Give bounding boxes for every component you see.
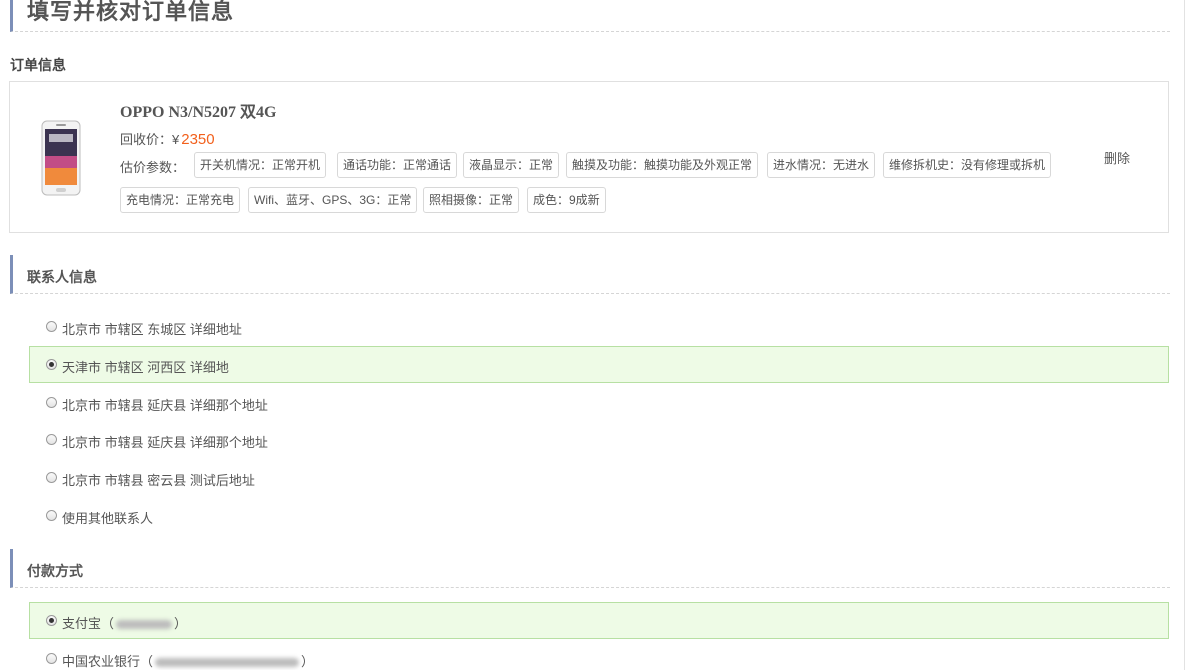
- contact-section-title: 联系人信息: [10, 255, 1170, 294]
- param-tag: 成色：9成新: [527, 187, 606, 213]
- radio-button[interactable]: [46, 472, 57, 483]
- param-tag: 进水情况：无进水: [767, 152, 876, 178]
- paren-open: （: [140, 654, 154, 669]
- price-value: 2350: [181, 131, 215, 148]
- paren-close: ）: [301, 654, 315, 669]
- contact-option-selected[interactable]: 天津市 市辖区 河西区 详细地: [29, 346, 1169, 383]
- param-tag: 开关机情况：正常开机: [194, 152, 327, 178]
- page-title: 填写并核对订单信息: [27, 0, 235, 24]
- param-tag: 通话功能：正常通话: [337, 152, 458, 178]
- contact-option[interactable]: 北京市 市辖区 东城区 详细地址: [29, 308, 1169, 345]
- contact-option-label: 天津市 市辖区 河西区 详细地: [62, 360, 229, 375]
- payment-method-name: 中国农业银行: [62, 654, 141, 669]
- payment-section-title: 付款方式: [10, 549, 1170, 588]
- payment-method-name: 支付宝: [62, 616, 102, 631]
- order-item-card: OPPO N3/N5207 双4G 回收价：¥ 2350 估价参数： 开关机情况：…: [9, 81, 1169, 233]
- radio-button[interactable]: [46, 653, 57, 664]
- product-name: OPPO N3/N5207 双4G: [120, 104, 277, 121]
- contact-option-label: 使用其他联系人: [62, 511, 154, 526]
- payment-option-label: 支付宝（ ）: [62, 613, 187, 632]
- masked-account: [116, 620, 173, 630]
- contact-option[interactable]: 北京市 市辖县 密云县 测试后地址: [29, 459, 1169, 496]
- contact-option[interactable]: 北京市 市辖县 延庆县 详细那个地址: [29, 384, 1169, 421]
- contact-option-label: 北京市 市辖县 密云县 测试后地址: [62, 473, 255, 488]
- contact-option-other[interactable]: 使用其他联系人: [29, 497, 1169, 534]
- radio-button[interactable]: [46, 321, 57, 332]
- paren-open: （: [101, 616, 115, 631]
- params-label: 估价参数：: [120, 160, 186, 175]
- radio-button-checked[interactable]: [46, 615, 57, 626]
- radio-button[interactable]: [46, 434, 57, 445]
- param-tag: 照相摄像：正常: [423, 187, 520, 213]
- param-tag: 液晶显示：正常: [463, 152, 560, 178]
- price-line: 回收价：¥ 2350: [120, 129, 215, 148]
- contact-section-label: 联系人信息: [27, 269, 97, 285]
- payment-option[interactable]: 中国农业银行（ ）: [29, 640, 1169, 670]
- price-label: 回收价：¥: [120, 132, 180, 147]
- param-tag: 维修拆机史：没有修理或拆机: [883, 152, 1052, 178]
- paren-close: ）: [174, 616, 188, 631]
- contact-option[interactable]: 北京市 市辖县 延庆县 详细那个地址: [29, 421, 1169, 458]
- param-tag: Wifi、蓝牙、GPS、3G：正常: [248, 187, 418, 213]
- right-divider: [1184, 0, 1185, 670]
- radio-button-checked[interactable]: [46, 359, 57, 370]
- masked-account: [155, 658, 300, 668]
- contact-option-label: 北京市 市辖县 延庆县 详细那个地址: [62, 398, 268, 413]
- contact-option-label: 北京市 市辖区 东城区 详细地址: [62, 322, 242, 337]
- payment-option-label: 中国农业银行（ ）: [62, 651, 314, 670]
- radio-button[interactable]: [46, 510, 57, 521]
- payment-option-selected[interactable]: 支付宝（ ）: [29, 602, 1169, 639]
- radio-button[interactable]: [46, 397, 57, 408]
- contact-option-label: 北京市 市辖县 延庆县 详细那个地址: [62, 435, 268, 450]
- order-section-title: 订单信息: [10, 57, 66, 73]
- param-tag: 充电情况：正常充电: [120, 187, 241, 213]
- phone-product-image: [41, 120, 81, 196]
- param-tag: 触摸及功能：触摸功能及外观正常: [566, 152, 759, 178]
- delete-link[interactable]: 删除: [1104, 148, 1130, 167]
- page-header: 填写并核对订单信息: [10, 0, 1170, 32]
- payment-section-label: 付款方式: [27, 563, 83, 579]
